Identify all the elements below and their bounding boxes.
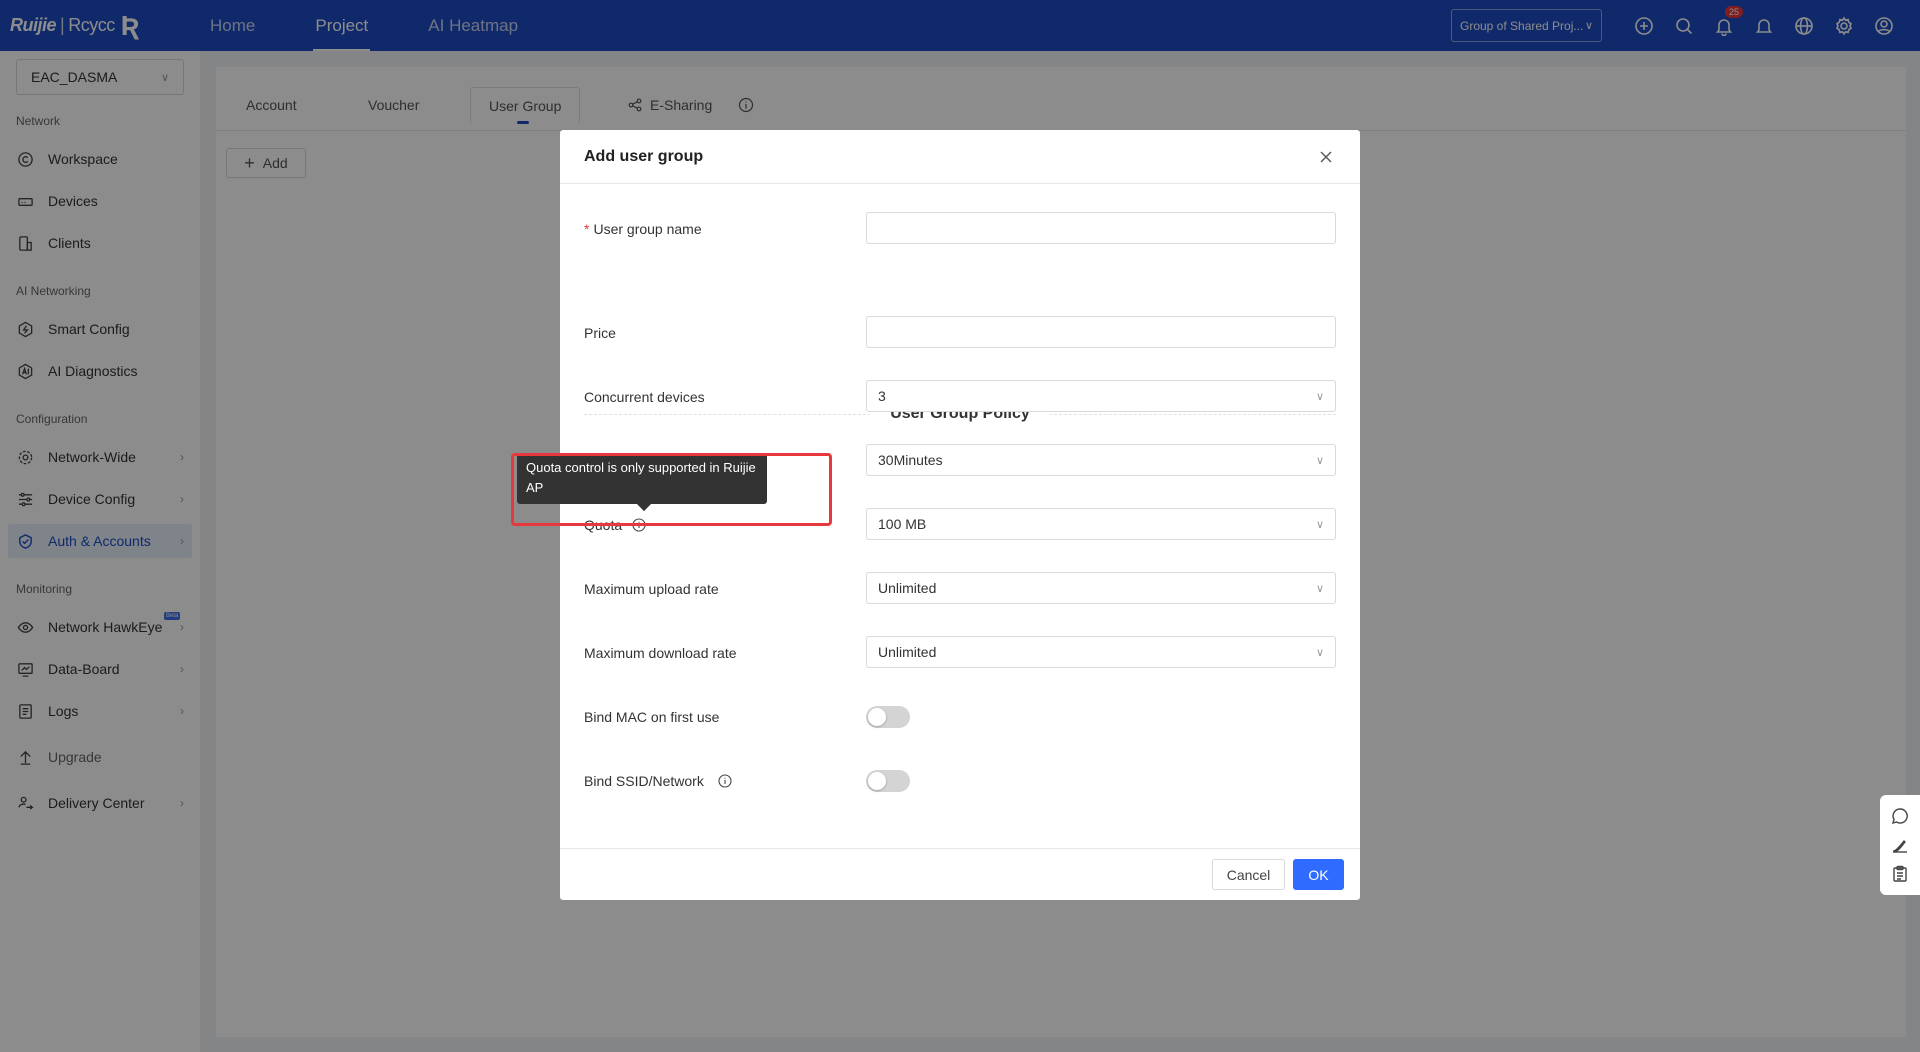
row-bind-ssid: Bind SSID/Network [584,764,1336,798]
chevron-down-icon: ∨ [1315,646,1324,659]
chevron-down-icon: ∨ [1315,518,1324,531]
chevron-down-icon: ∨ [1315,454,1324,467]
concurrent-devices-label: Concurrent devices [584,389,705,405]
dialog-footer: Cancel OK [560,848,1360,900]
row-concurrent-devices: Concurrent devices 3 ∨ [584,380,1336,414]
close-icon[interactable] [1316,147,1336,167]
row-bind-mac: Bind MAC on first use [584,700,1336,734]
max-download-value: Unlimited [878,644,937,660]
row-max-upload: Maximum upload rate Unlimited ∨ [584,572,1336,606]
chat-icon[interactable] [1891,807,1909,825]
max-upload-select[interactable]: Unlimited ∨ [866,572,1336,604]
clipboard-icon[interactable] [1891,865,1909,883]
feedback-pen-icon[interactable] [1891,836,1909,854]
chevron-down-icon: ∨ [1315,390,1324,403]
bind-ssid-label-text: Bind SSID/Network [584,773,704,789]
bind-ssid-toggle[interactable] [866,770,910,792]
row-price: Price [584,316,1336,350]
period-value: 30Minutes [878,452,943,468]
user-group-name-field[interactable] [866,212,1336,244]
floating-toolbar [1880,795,1920,895]
max-upload-value: Unlimited [878,580,937,596]
concurrent-devices-value: 3 [878,388,886,404]
row-user-group-name: * User group name [584,212,1336,246]
user-group-name-label: * User group name [584,212,702,246]
price-label: Price [584,325,616,341]
row-max-download: Maximum download rate Unlimited ∨ [584,636,1336,670]
highlight-box [511,453,832,526]
max-download-label: Maximum download rate [584,645,737,661]
chevron-down-icon: ∨ [1315,582,1324,595]
price-input[interactable] [878,324,1324,340]
dialog-header: Add user group [560,130,1360,184]
max-download-select[interactable]: Unlimited ∨ [866,636,1336,668]
bind-mac-label: Bind MAC on first use [584,709,720,725]
period-select[interactable]: 30Minutes ∨ [866,444,1336,476]
price-field[interactable] [866,316,1336,348]
quota-select[interactable]: 100 MB ∨ [866,508,1336,540]
required-marker: * [584,221,590,237]
max-upload-label: Maximum upload rate [584,581,719,597]
dialog-title: Add user group [584,147,704,165]
toggle-knob [868,772,886,790]
concurrent-devices-select[interactable]: 3 ∨ [866,380,1336,412]
bind-ssid-label: Bind SSID/Network [584,764,732,798]
toggle-knob [868,708,886,726]
user-group-name-label-text: User group name [593,221,702,237]
info-icon[interactable] [718,774,732,788]
user-group-name-input[interactable] [878,220,1324,236]
quota-value: 100 MB [878,516,927,532]
ok-button[interactable]: OK [1293,859,1344,890]
bind-mac-toggle[interactable] [866,706,910,728]
cancel-button[interactable]: Cancel [1212,859,1285,890]
